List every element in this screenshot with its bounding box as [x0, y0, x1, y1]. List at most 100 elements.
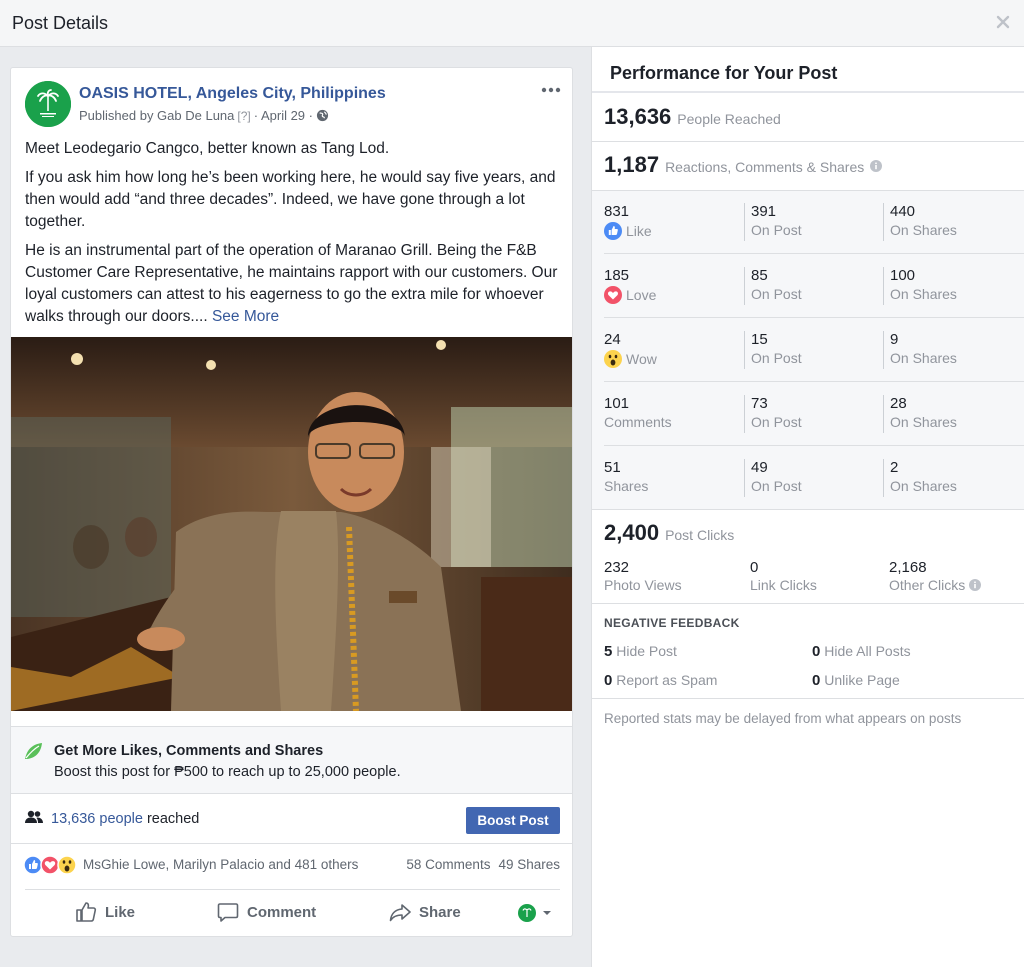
like-on-post: 391 On Post: [744, 203, 802, 241]
shares-total-value: 51: [604, 459, 621, 476]
clicks-breakdown: 232 Photo Views 0 Link Clicks 2,168 Othe…: [592, 556, 1024, 604]
post-clicks-stat: 2,400 Post Clicks: [604, 520, 734, 546]
wow-total-text: Wow: [626, 351, 657, 367]
post-card: OASIS HOTEL, Angeles City, Philippines P…: [10, 67, 573, 937]
comment-button[interactable]: Comment: [217, 901, 316, 923]
page-name-link[interactable]: OASIS HOTEL, Angeles City, Philippines: [79, 85, 386, 103]
unlike-page-stat: 0 Unlike Page: [812, 672, 900, 689]
negative-feedback-heading: NEGATIVE FEEDBACK: [604, 616, 740, 630]
reaction-icons[interactable]: [23, 855, 81, 875]
link-clicks: 0 Link Clicks: [750, 559, 817, 593]
page-mini-avatar-icon: [518, 904, 536, 922]
engagement-counts: 58 Comments 49 Shares: [406, 857, 560, 872]
shares-count-link[interactable]: 49 Shares: [498, 857, 560, 872]
hide-all-value: 0: [812, 643, 821, 660]
like-on-shares: 440 On Shares: [883, 203, 957, 241]
engagement-stat: 1,187 Reactions, Comments & Shares: [604, 152, 883, 178]
share-button[interactable]: Share: [389, 901, 461, 923]
page-avatar[interactable]: [25, 81, 71, 127]
boost-post-button[interactable]: Boost Post: [466, 807, 560, 834]
shares-on-shares: 2 On Shares: [883, 459, 957, 497]
like-on-post-value: 391: [751, 203, 777, 220]
report-spam-stat: 0 Report as Spam: [604, 672, 717, 689]
see-more-link[interactable]: See More: [212, 308, 279, 325]
reactions-row: MsGhie Lowe, Marilyn Palacio and 481 oth…: [11, 845, 572, 885]
reactors-list[interactable]: MsGhie Lowe, Marilyn Palacio and 481 oth…: [83, 857, 358, 872]
photo-views-label: Photo Views: [604, 577, 682, 593]
more-options-icon[interactable]: [540, 83, 562, 97]
comments-total-label: Comments: [604, 414, 672, 430]
reach-row: 13,636 people reached Boost Post: [11, 794, 572, 844]
link-clicks-value: 0: [750, 559, 759, 576]
people-reached-stat: 13,636 People Reached: [604, 104, 781, 130]
people-reached-link[interactable]: 13,636 people: [51, 811, 143, 827]
post-action-bar: Like Comment Share: [25, 889, 560, 935]
performance-panel: Performance for Your Post 13,636 People …: [591, 47, 1024, 967]
post-as-page-selector[interactable]: [517, 903, 552, 923]
like-button[interactable]: Like: [75, 901, 135, 923]
published-by[interactable]: Published by Gab De Luna: [79, 108, 234, 123]
hide-all-label: Hide All Posts: [824, 643, 911, 659]
comments-on-shares: 28 On Shares: [883, 395, 957, 433]
info-icon[interactable]: [870, 160, 883, 172]
other-clicks: 2,168 Other Clicks: [889, 559, 982, 593]
comments-on-post: 73 On Post: [744, 395, 802, 433]
love-total-label: Love: [604, 286, 656, 304]
dialog-title: Post Details: [12, 13, 109, 33]
reach-summary: 13,636 people reached: [51, 811, 199, 827]
other-clicks-label: Other Clicks: [889, 577, 982, 593]
comment-label: Comment: [247, 903, 317, 921]
share-arrow-icon: [389, 904, 411, 922]
shares-total-label: Shares: [604, 478, 649, 494]
share-label: Share: [419, 903, 461, 921]
other-clicks-text: Other Clicks: [889, 577, 966, 593]
comments-on-shares-value: 28: [890, 395, 907, 412]
help-link[interactable]: [?]: [237, 109, 250, 123]
love-total-value: 185: [604, 267, 630, 284]
like-total-text: Like: [626, 223, 652, 239]
like-total: 831 Like: [604, 203, 652, 240]
love-on-shares-value: 100: [890, 267, 916, 284]
like-on-shares-value: 440: [890, 203, 916, 220]
boost-subtitle: Boost this post for ₱500 to reach up to …: [54, 764, 401, 780]
breakdown-row-shares: 51 Shares 49 On Post 2 On Shares: [592, 446, 1024, 510]
love-total: 185 Love: [604, 267, 656, 304]
post-preview-panel: OASIS HOTEL, Angeles City, Philippines P…: [0, 47, 590, 967]
post-body: Meet Leodegario Cangco, better known as …: [25, 138, 565, 335]
shares-on-shares-value: 2: [890, 459, 899, 476]
wow-on-shares: 9 On Shares: [883, 331, 957, 369]
wow-total-value: 24: [604, 331, 621, 348]
post-photo-image: [11, 337, 572, 711]
report-spam-value: 0: [604, 672, 613, 689]
post-photo[interactable]: [11, 337, 572, 711]
wow-total-label: Wow: [604, 350, 657, 368]
photo-views-value: 232: [604, 559, 630, 576]
wow-on-post: 15 On Post: [744, 331, 802, 369]
leaf-icon: [25, 743, 42, 759]
love-on-shares-label: On Shares: [890, 286, 957, 302]
post-paragraph: If you ask him how long he’s been workin…: [25, 169, 556, 230]
stats-disclaimer: Reported stats may be delayed from what …: [604, 711, 962, 726]
globe-icon: [316, 109, 329, 122]
like-reaction-icon: [604, 222, 622, 240]
like-total-value: 831: [604, 203, 630, 220]
divider: [592, 91, 1024, 93]
engagement-label: Reactions, Comments & Shares: [665, 159, 865, 175]
close-icon[interactable]: [995, 14, 1011, 30]
love-on-post: 85 On Post: [744, 267, 802, 305]
reach-suffix: reached: [142, 811, 200, 827]
people-icon: [25, 810, 43, 823]
love-total-text: Love: [626, 287, 657, 303]
comments-on-post-label: On Post: [751, 414, 802, 430]
comments-count-link[interactable]: 58 Comments: [406, 857, 490, 872]
palm-logo-icon: [25, 81, 71, 127]
post-date[interactable]: · April 29 ·: [254, 108, 313, 123]
comment-bubble-icon: [217, 903, 239, 922]
engagement-count: 1,187: [604, 152, 660, 177]
reactions-breakdown: 831 Like 391 On Post 440 On Shares 185 L…: [592, 190, 1024, 509]
people-reached-label: People Reached: [677, 111, 781, 127]
divider: [592, 509, 1024, 510]
info-icon[interactable]: [969, 579, 982, 591]
report-spam-label: Report as Spam: [616, 672, 718, 688]
divider: [592, 698, 1024, 699]
